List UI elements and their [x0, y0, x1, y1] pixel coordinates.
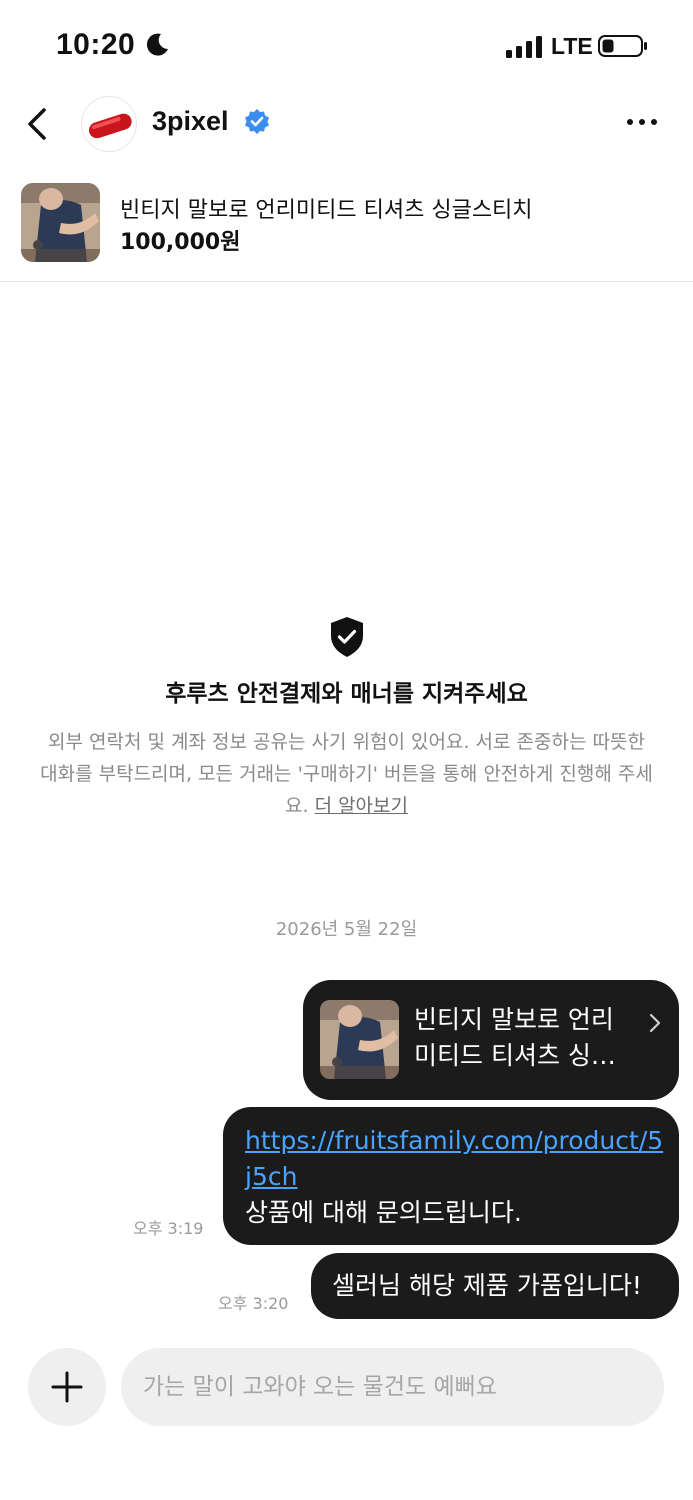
status-bar: 10:20 LTE: [0, 0, 693, 92]
chevron-right-icon: [649, 1013, 661, 1033]
verified-badge-icon: [245, 109, 269, 134]
avatar[interactable]: [81, 96, 137, 152]
message-text: 셀러님 해당 제품 가품입니다!: [332, 1271, 642, 1300]
battery-icon: [598, 35, 647, 57]
status-time: 10:20: [56, 28, 136, 61]
product-thumbnail[interactable]: [21, 183, 100, 262]
moon-icon: [146, 33, 168, 56]
notice-title: 후루츠 안전결제와 매너를 지켜주세요: [165, 681, 528, 707]
shield-check-icon: [331, 617, 363, 657]
product-link[interactable]: https://fruitsfamily.com/product/5j5ch: [245, 1123, 665, 1195]
attach-button[interactable]: [28, 1348, 106, 1426]
date-divider: 2026년 5월 22일: [275, 919, 418, 940]
link-message: https://fruitsfamily.com/product/5j5ch 상…: [223, 1107, 679, 1245]
notice-body: 외부 연락처 및 계좌 정보 공유는 사기 위험이 있어요. 서로 존중하는 따…: [40, 726, 653, 822]
profile-name[interactable]: 3pixel: [152, 106, 229, 137]
product-title: 빈티지 말보로 언리미티드 티셔츠 싱글스티치: [120, 198, 533, 223]
more-dots-icon[interactable]: [622, 114, 662, 130]
message-time: 오후 3:20: [218, 1294, 289, 1313]
pill-avatar-icon: [88, 113, 132, 139]
product-photo: [21, 183, 100, 262]
message-text: 상품에 대해 문의드립니다.: [245, 1198, 522, 1227]
learn-more-link[interactable]: 더 알아보기: [315, 795, 408, 817]
signal-icon: [506, 36, 542, 58]
message-time: 오후 3:19: [133, 1219, 204, 1238]
product-card-message[interactable]: 빈티지 말보로 언리미티드 티셔츠 싱…: [303, 980, 679, 1100]
product-bar[interactable]: 빈티지 말보로 언리미티드 티셔츠 싱글스티치 100,000원: [0, 180, 693, 282]
product-photo: [320, 1000, 399, 1079]
message-product-title: 빈티지 말보로 언리미티드 티셔츠 싱…: [414, 1005, 616, 1070]
plus-icon: [51, 1371, 83, 1403]
message-product-thumbnail: [320, 1000, 399, 1079]
text-message: 셀러님 해당 제품 가품입니다!: [311, 1253, 679, 1319]
message-input[interactable]: [121, 1348, 664, 1426]
product-price: 100,000원: [120, 230, 241, 255]
back-arrow-icon[interactable]: [20, 104, 56, 144]
network-label: LTE: [551, 33, 593, 59]
chat-header: 3pixel: [0, 92, 693, 154]
